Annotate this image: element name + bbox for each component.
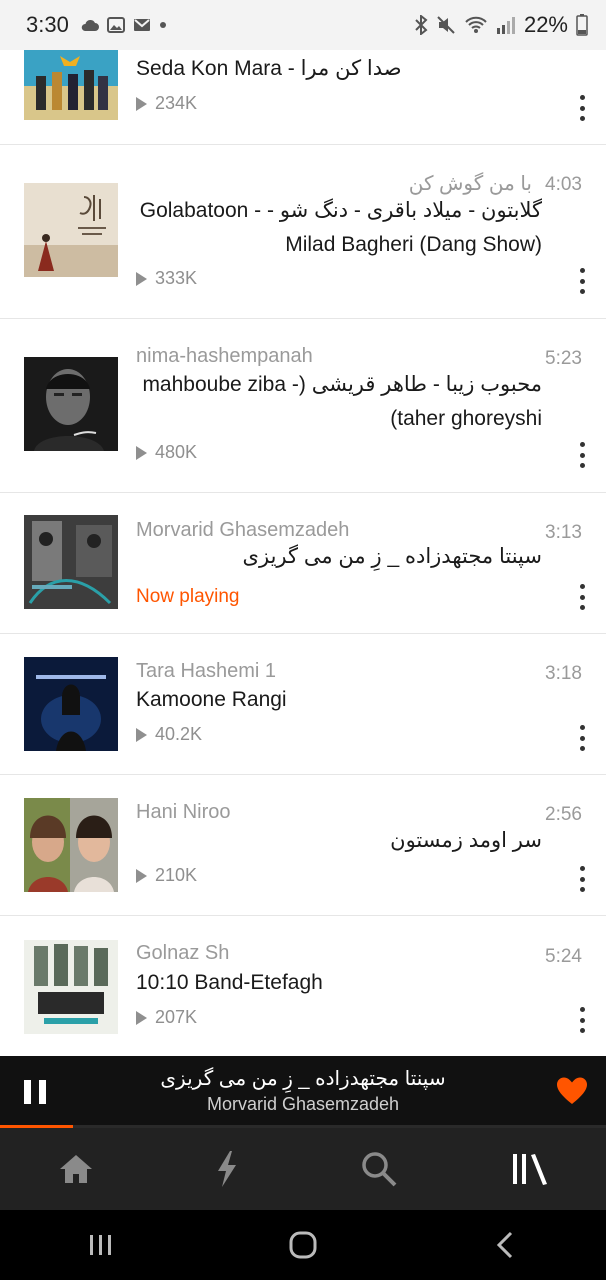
track-artwork xyxy=(24,940,118,1034)
track-title: سپنتا مجتهدزاده _ زِ من می گریزی xyxy=(242,545,542,568)
tab-stream[interactable] xyxy=(152,1128,304,1210)
play-count-value: 207K xyxy=(155,1007,198,1027)
now-playing-label: Now playing xyxy=(136,586,240,607)
track-row[interactable]: Morvarid Ghasemzadeh 3:13 سپنتا مجتهدزاد… xyxy=(0,493,606,634)
play-count-icon xyxy=(136,1010,147,1025)
track-duration: 2:56 xyxy=(545,804,582,825)
track-list[interactable]: Seda Kon Mara - صدا کن مرا 234K با من گو… xyxy=(0,0,606,1056)
track-duration: 3:18 xyxy=(545,663,582,684)
play-count-icon xyxy=(136,96,147,111)
library-icon xyxy=(513,1154,548,1185)
battery-percent: 22% xyxy=(523,12,568,37)
track-artwork xyxy=(24,798,118,892)
more-options-icon[interactable] xyxy=(576,442,588,468)
player-track-title[interactable]: سپنتا مجتهدزاده _ زِ من می گریزی xyxy=(80,1066,526,1091)
track-duration: 5:23 xyxy=(545,348,582,369)
track-row[interactable]: Golnaz Sh 5:24 10:10 Band-Etefagh 207K xyxy=(0,916,606,1056)
track-uploader: Hani Niroo xyxy=(136,801,231,823)
wifi-icon xyxy=(465,16,487,33)
track-title: Kamoone Rangi xyxy=(136,688,287,711)
track-title: محبوب زیبا - طاهر قریشی (- mahboube ziba… xyxy=(142,373,542,430)
play-count-icon xyxy=(136,445,147,460)
cloud-icon xyxy=(81,19,99,31)
back-icon xyxy=(496,1231,513,1259)
track-artwork xyxy=(24,357,118,451)
more-options-icon[interactable] xyxy=(576,866,588,892)
home-circle-icon xyxy=(289,1231,317,1259)
heart-icon[interactable] xyxy=(556,1076,588,1106)
home-button[interactable] xyxy=(202,1210,404,1280)
play-count-value: 480K xyxy=(155,442,198,462)
track-uploader: با من گوش کن xyxy=(408,173,532,195)
play-count: 234K xyxy=(136,93,197,114)
track-uploader: Tara Hashemi 1 xyxy=(136,660,277,682)
tab-search[interactable] xyxy=(303,1128,455,1210)
notification-icons xyxy=(81,17,167,33)
track-title: سر اومد زمستون xyxy=(390,829,542,852)
track-title: گلابتون - میلاد باقری - دنگ شو - - Golab… xyxy=(139,199,542,256)
track-row[interactable]: Hani Niroo 2:56 سر اومد زمستون 210K xyxy=(0,775,606,916)
track-row[interactable]: Tara Hashemi 1 3:18 Kamoone Rangi 40.2K xyxy=(0,634,606,775)
bottom-tab-bar xyxy=(0,1128,606,1210)
more-options-icon[interactable] xyxy=(576,95,588,121)
search-icon xyxy=(362,1152,397,1187)
play-count: 210K xyxy=(136,865,197,886)
tab-library[interactable] xyxy=(455,1128,606,1210)
track-row[interactable]: با من گوش کن 4:03 گلابتون - میلاد باقری … xyxy=(0,145,606,319)
status-bar: 3:30 22% xyxy=(0,0,606,50)
more-options-icon[interactable] xyxy=(576,1007,588,1033)
track-duration: 3:13 xyxy=(545,522,582,543)
image-icon xyxy=(106,17,125,33)
signal-icon xyxy=(496,17,515,34)
track-title: Seda Kon Mara - صدا کن مرا xyxy=(136,57,402,80)
dot-icon xyxy=(159,22,166,28)
player-artist[interactable]: Morvarid Ghasemzadeh xyxy=(80,1094,526,1115)
more-options-icon[interactable] xyxy=(576,584,588,610)
recents-button[interactable] xyxy=(0,1210,202,1280)
track-title: 10:10 Band-Etefagh xyxy=(136,971,323,994)
tab-home[interactable] xyxy=(0,1128,152,1210)
bluetooth-icon xyxy=(415,15,428,35)
recents-icon xyxy=(90,1235,111,1255)
more-options-icon[interactable] xyxy=(576,268,588,294)
play-count: 40.2K xyxy=(136,724,202,745)
play-count: 480K xyxy=(136,442,197,463)
track-artwork xyxy=(24,183,118,277)
track-artwork xyxy=(24,515,118,609)
track-row[interactable]: nima-hashempanah 5:23 محبوب زیبا - طاهر … xyxy=(0,319,606,493)
track-artwork xyxy=(24,657,118,751)
track-uploader: nima-hashempanah xyxy=(136,345,313,367)
track-duration: 4:03 xyxy=(545,174,582,195)
system-nav-bar xyxy=(0,1210,606,1280)
play-count-icon xyxy=(136,868,147,883)
play-count-icon xyxy=(136,727,147,742)
play-count-icon xyxy=(136,271,147,286)
mute-icon xyxy=(437,16,455,34)
play-count: 333K xyxy=(136,268,197,289)
battery-icon xyxy=(576,14,588,36)
play-count: 207K xyxy=(136,1007,197,1028)
play-count-value: 40.2K xyxy=(155,724,203,744)
pause-icon[interactable] xyxy=(24,1080,46,1104)
stream-icon xyxy=(218,1151,237,1187)
track-uploader: Golnaz Sh xyxy=(136,942,230,964)
play-count-value: 210K xyxy=(155,865,198,885)
play-count-value: 234K xyxy=(155,93,198,113)
mini-player[interactable]: سپنتا مجتهدزاده _ زِ من می گریزی Morvari… xyxy=(0,1056,606,1128)
home-icon xyxy=(59,1155,92,1183)
back-button[interactable] xyxy=(404,1210,606,1280)
mail-icon xyxy=(133,19,150,31)
track-duration: 5:24 xyxy=(545,946,582,967)
play-count-value: 333K xyxy=(155,268,198,288)
more-options-icon[interactable] xyxy=(576,725,588,751)
status-time: 3:30 xyxy=(26,12,69,37)
track-uploader: Morvarid Ghasemzadeh xyxy=(136,519,350,541)
